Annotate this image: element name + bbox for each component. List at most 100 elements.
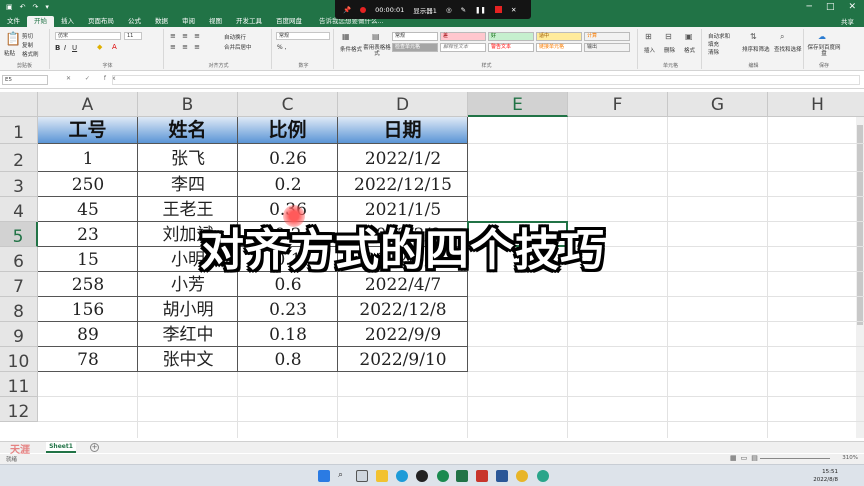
style-check-cell[interactable]: 检查单元格: [392, 43, 438, 52]
row-header-8[interactable]: 8: [0, 297, 38, 322]
pen-icon[interactable]: ✎: [461, 6, 466, 14]
halign-icons[interactable]: ≡ ≡ ≡: [170, 43, 202, 51]
style-warning[interactable]: 警告文本: [488, 43, 534, 52]
save-icon[interactable]: ▣: [6, 3, 13, 11]
row-header-1[interactable]: 1: [0, 117, 38, 144]
sort-filter-button[interactable]: 排序和筛选: [742, 45, 770, 53]
conditional-format-icon[interactable]: ▦: [342, 32, 350, 41]
table-cell[interactable]: 2022/9/10: [338, 347, 468, 372]
table-cell[interactable]: 2022/12/8: [338, 297, 468, 322]
row-header-12[interactable]: 12: [0, 397, 38, 422]
row-header-7[interactable]: 7: [0, 272, 38, 297]
style-bad[interactable]: 差: [440, 32, 486, 41]
name-box[interactable]: E5: [2, 75, 48, 85]
table-cell[interactable]: 0.8: [238, 347, 338, 372]
tab-formulas[interactable]: 公式: [121, 16, 148, 27]
tab-home[interactable]: 开始: [27, 16, 54, 27]
table-header-cell[interactable]: 日期: [338, 117, 468, 144]
system-clock[interactable]: 15:51 2022/8/8: [813, 468, 838, 484]
bold-icon[interactable]: B: [55, 44, 60, 52]
cloud-save-icon[interactable]: ☁: [818, 32, 826, 41]
taskview-icon[interactable]: [356, 470, 368, 482]
insert-cells-icon[interactable]: ⊞: [645, 32, 652, 41]
table-cell[interactable]: 张中文: [138, 347, 238, 372]
camera-icon[interactable]: ◎: [446, 6, 452, 14]
find-select-button[interactable]: 查找和选择: [774, 45, 802, 53]
table-cell[interactable]: 15: [38, 247, 138, 272]
table-cell[interactable]: 258: [38, 272, 138, 297]
select-all-corner[interactable]: [0, 92, 38, 117]
zoom-level[interactable]: 310%: [842, 455, 858, 461]
table-cell[interactable]: 23: [38, 222, 138, 247]
column-header-c[interactable]: C: [238, 92, 338, 117]
display-select[interactable]: 显示器1: [413, 5, 437, 15]
wrap-text-button[interactable]: 自动换行: [224, 33, 246, 41]
table-format-button[interactable]: 套用表格格式: [362, 45, 392, 57]
font-color-icon[interactable]: A: [112, 43, 117, 51]
explorer-icon[interactable]: [376, 470, 388, 482]
table-header-cell[interactable]: 姓名: [138, 117, 238, 144]
column-header-e[interactable]: E: [468, 92, 568, 117]
number-format-select[interactable]: 常规: [276, 32, 330, 40]
tab-view[interactable]: 视图: [202, 16, 229, 27]
style-normal[interactable]: 常规: [392, 32, 438, 41]
qq-icon[interactable]: [416, 470, 428, 482]
row-header-6[interactable]: 6: [0, 247, 38, 272]
chrome-icon[interactable]: [516, 470, 528, 482]
style-explanatory[interactable]: 解释性文本: [440, 43, 486, 52]
formula-input[interactable]: [112, 75, 860, 85]
paste-icon[interactable]: 📋: [5, 32, 21, 47]
pause-icon[interactable]: ❚❚: [475, 6, 486, 14]
save-to-pan-button[interactable]: 保存到百度网盘: [806, 45, 842, 57]
row-header-11[interactable]: 11: [0, 372, 38, 397]
maximize-button[interactable]: □: [826, 2, 835, 12]
table-cell[interactable]: 2022/12/15: [338, 172, 468, 197]
find-select-icon[interactable]: ⌕: [780, 32, 784, 42]
table-cell[interactable]: 张飞: [138, 144, 238, 172]
italic-icon[interactable]: I: [64, 44, 66, 52]
zoom-slider[interactable]: [760, 458, 830, 459]
font-name-select[interactable]: 仿宋: [55, 32, 121, 40]
windows-icon[interactable]: [318, 470, 330, 482]
excel-icon[interactable]: [456, 470, 468, 482]
copy-button[interactable]: 复制: [22, 41, 33, 49]
wechat-icon[interactable]: [437, 470, 449, 482]
table-cell[interactable]: 李红中: [138, 322, 238, 347]
column-header-b[interactable]: B: [138, 92, 238, 117]
stop-button[interactable]: [494, 6, 502, 13]
tab-data[interactable]: 数据: [148, 16, 175, 27]
customize-icon[interactable]: ▾: [45, 3, 49, 11]
close-button[interactable]: ✕: [848, 2, 856, 12]
row-header-2[interactable]: 2: [0, 144, 38, 172]
scrollbar-thumb[interactable]: [857, 125, 863, 325]
fill-color-icon[interactable]: ◆: [97, 43, 102, 51]
table-cell[interactable]: 2022/9/9: [338, 322, 468, 347]
table-format-icon[interactable]: ▤: [372, 32, 380, 41]
row-header-5[interactable]: 5: [0, 222, 38, 247]
table-cell[interactable]: 45: [38, 197, 138, 222]
undo-icon[interactable]: ↶: [20, 3, 26, 11]
column-header-g[interactable]: G: [668, 92, 768, 117]
autosum-button[interactable]: 自动求和: [708, 32, 730, 40]
format-painter-button[interactable]: 格式刷: [22, 50, 39, 58]
row-header-4[interactable]: 4: [0, 197, 38, 222]
row-header-10[interactable]: 10: [0, 347, 38, 372]
align-icons[interactable]: ≡ ≡ ≡: [170, 32, 202, 40]
pin-icon[interactable]: 📌: [343, 6, 351, 14]
delete-cells-icon[interactable]: ⊟: [665, 32, 672, 41]
underline-icon[interactable]: U: [72, 44, 77, 52]
search-icon[interactable]: ⌕: [338, 470, 350, 482]
row-header-3[interactable]: 3: [0, 172, 38, 197]
column-header-a[interactable]: A: [38, 92, 138, 117]
percent-icon[interactable]: % ,: [277, 44, 287, 51]
table-cell[interactable]: 89: [38, 322, 138, 347]
sort-filter-icon[interactable]: ⇅: [750, 32, 757, 41]
table-cell[interactable]: 0.2: [238, 172, 338, 197]
tab-developer[interactable]: 开发工具: [229, 16, 269, 27]
table-cell[interactable]: 1: [38, 144, 138, 172]
table-header-cell[interactable]: 工号: [38, 117, 138, 144]
vertical-scrollbar[interactable]: [856, 117, 864, 438]
column-header-h[interactable]: H: [768, 92, 864, 117]
sheet-tab-sheet1[interactable]: Sheet1: [46, 442, 76, 453]
table-cell[interactable]: 2022/1/2: [338, 144, 468, 172]
